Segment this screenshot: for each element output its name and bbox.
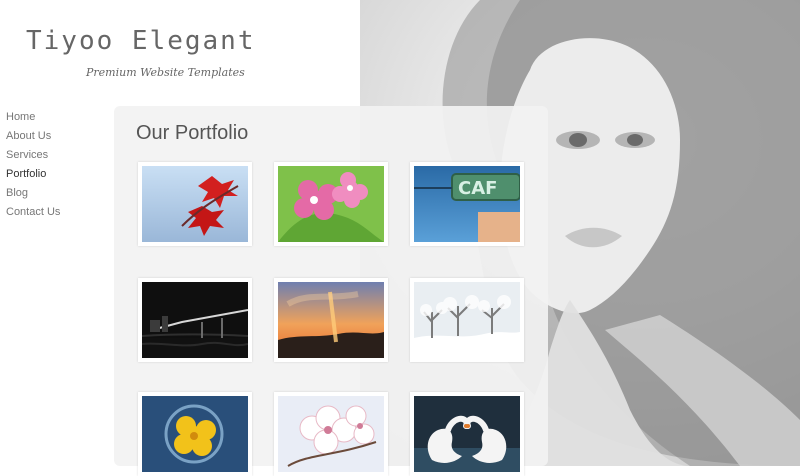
portfolio-thumbnail-flower-blue[interactable]	[138, 392, 252, 476]
portfolio-thumbnail-cafe-sign[interactable]: CAF	[410, 162, 524, 246]
nav-item-contact-us[interactable]: Contact Us	[6, 203, 106, 222]
nav-item-services[interactable]: Services	[6, 146, 106, 165]
nav-item-home[interactable]: Home	[6, 108, 106, 127]
portfolio-thumbnail-snowy-trees[interactable]	[410, 278, 524, 362]
main-nav: Home About Us Services Portfolio Blog Co…	[6, 108, 106, 222]
portfolio-thumbnail-cherry-blossoms[interactable]	[274, 392, 388, 476]
site-tagline: Premium Website Templates	[86, 66, 245, 79]
svg-text:CAF: CAF	[458, 178, 497, 199]
portfolio-thumbnail-pink-flowers[interactable]	[274, 162, 388, 246]
nav-item-portfolio[interactable]: Portfolio	[6, 165, 106, 184]
portfolio-thumbnail-night-bridge[interactable]	[138, 278, 252, 362]
page-title: Our Portfolio	[136, 122, 249, 144]
portfolio-thumbnail-sunset[interactable]	[274, 278, 388, 362]
brand: Tiyoo Elegant Premium Website Templates	[26, 26, 266, 79]
nav-item-about-us[interactable]: About Us	[6, 127, 106, 146]
portfolio-panel: Our Portfolio CAF	[114, 106, 548, 476]
portfolio-thumbnail-red-leaves[interactable]	[138, 162, 252, 246]
portfolio-thumbnail-swans[interactable]	[410, 392, 524, 476]
nav-item-blog[interactable]: Blog	[6, 184, 106, 203]
site-title: Tiyoo Elegant	[26, 26, 256, 56]
